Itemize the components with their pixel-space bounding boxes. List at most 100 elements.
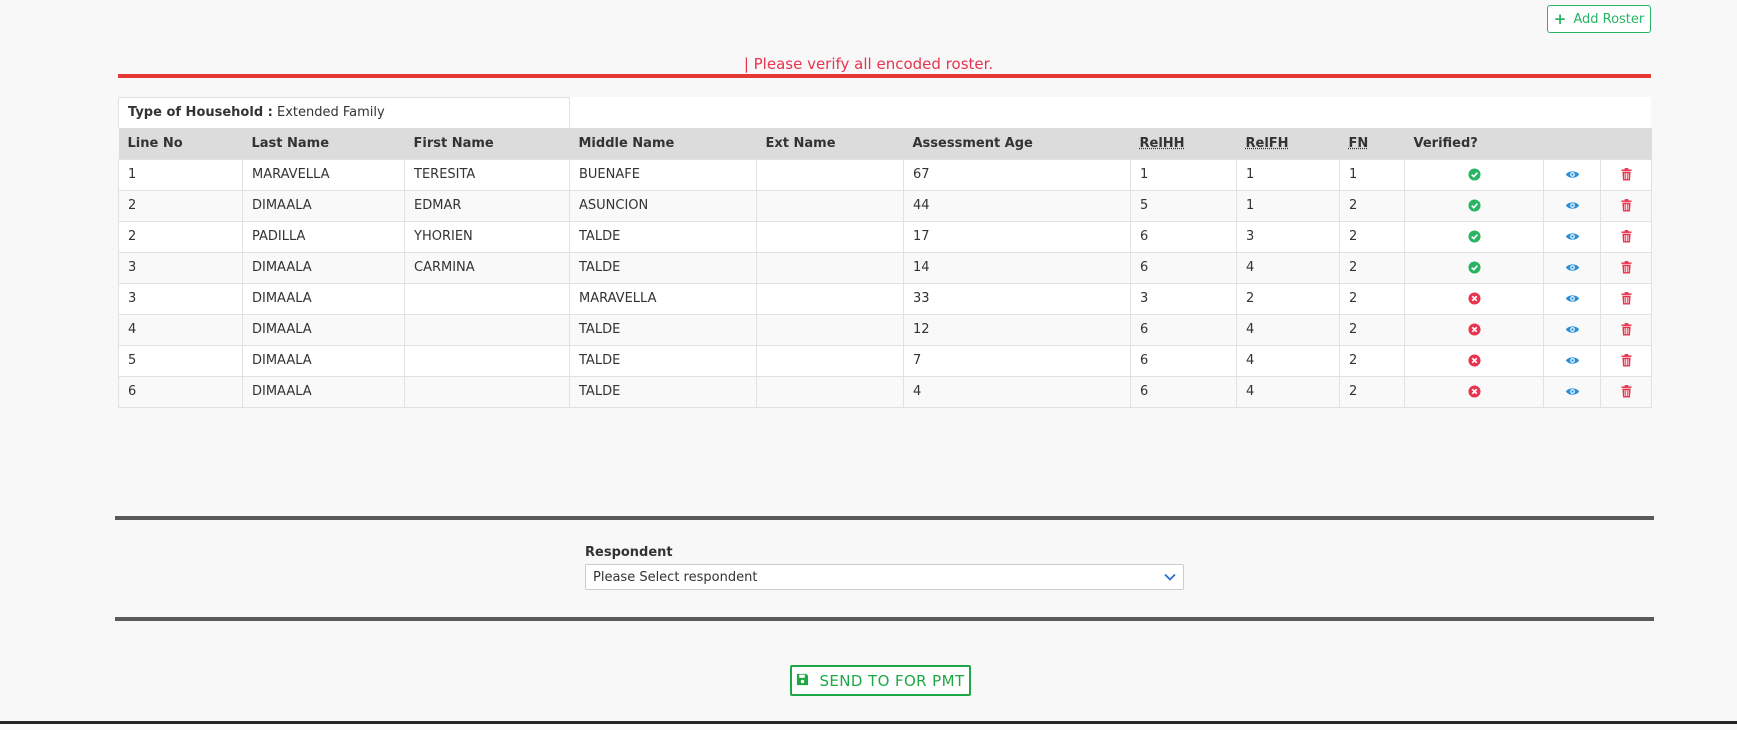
- cell-first-name: [404, 375, 570, 408]
- cell-last-name: DIMAALA: [242, 251, 405, 284]
- section-divider-top: [115, 516, 1654, 520]
- cell-middle-name: TALDE: [569, 313, 757, 346]
- cell-middle-name: TALDE: [569, 375, 757, 408]
- trash-icon[interactable]: [1620, 230, 1632, 243]
- table-row: 2 PADILLA YHORIEN TALDE 17 6 3 2: [118, 220, 1652, 253]
- cell-verified: [1404, 313, 1544, 346]
- cell-delete: [1600, 282, 1652, 315]
- table-row: 1 MARAVELLA TERESITA BUENAFE 67 1 1 1: [118, 158, 1652, 191]
- eye-icon[interactable]: [1565, 293, 1580, 304]
- col-ext-name: Ext Name: [756, 128, 904, 159]
- plus-icon: +: [1553, 9, 1567, 28]
- cell-verified: [1404, 220, 1544, 253]
- col-relfh-label: RelFH: [1245, 135, 1289, 151]
- cell-last-name: MARAVELLA: [242, 158, 405, 191]
- cell-assessment-age: 14: [903, 251, 1131, 284]
- section-divider-bottom: [115, 617, 1654, 621]
- cell-middle-name: ASUNCION: [569, 189, 757, 222]
- cell-delete: [1600, 344, 1652, 377]
- eye-icon[interactable]: [1565, 386, 1580, 397]
- cell-verified: [1404, 282, 1544, 315]
- cell-assessment-age: 12: [903, 313, 1131, 346]
- cell-verified: [1404, 158, 1544, 191]
- trash-icon[interactable]: [1620, 354, 1632, 367]
- cell-relhh: 5: [1130, 189, 1237, 222]
- cell-assessment-age: 44: [903, 189, 1131, 222]
- cell-last-name: DIMAALA: [242, 375, 405, 408]
- cell-verified: [1404, 251, 1544, 284]
- cell-line-no: 2: [118, 189, 243, 222]
- cell-delete: [1600, 375, 1652, 408]
- cell-first-name: YHORIEN: [404, 220, 570, 253]
- col-verified: Verified?: [1404, 128, 1544, 159]
- cell-verified: [1404, 375, 1544, 408]
- col-relfh: RelFH: [1236, 128, 1340, 159]
- cell-relfh: 3: [1236, 220, 1340, 253]
- cell-delete: [1600, 189, 1652, 222]
- bottom-border: [0, 721, 1737, 724]
- add-roster-button[interactable]: + Add Roster: [1547, 5, 1651, 33]
- cell-line-no: 1: [118, 158, 243, 191]
- cell-relhh: 3: [1130, 282, 1237, 315]
- col-last-name: Last Name: [242, 128, 405, 159]
- trash-icon[interactable]: [1620, 292, 1632, 305]
- x-circle-icon: [1467, 354, 1481, 367]
- cell-first-name: [404, 313, 570, 346]
- cell-assessment-age: 33: [903, 282, 1131, 315]
- eye-icon[interactable]: [1565, 169, 1580, 180]
- cell-first-name: EDMAR: [404, 189, 570, 222]
- cell-middle-name: MARAVELLA: [569, 282, 757, 315]
- chevron-down-icon: [1164, 570, 1176, 585]
- trash-icon[interactable]: [1620, 199, 1632, 212]
- respondent-select[interactable]: Please Select respondent: [585, 564, 1184, 590]
- cell-relfh: 4: [1236, 313, 1340, 346]
- eye-icon[interactable]: [1565, 262, 1580, 273]
- cell-delete: [1600, 158, 1652, 191]
- eye-icon[interactable]: [1565, 200, 1580, 211]
- eye-icon[interactable]: [1565, 231, 1580, 242]
- cell-ext-name: [756, 375, 904, 408]
- cell-first-name: [404, 344, 570, 377]
- cell-ext-name: [756, 189, 904, 222]
- cell-middle-name: TALDE: [569, 220, 757, 253]
- cell-last-name: PADILLA: [242, 220, 405, 253]
- cell-middle-name: TALDE: [569, 344, 757, 377]
- col-relhh: RelHH: [1130, 128, 1237, 159]
- respondent-select-value: Please Select respondent: [593, 569, 758, 585]
- cell-fn: 2: [1339, 375, 1405, 408]
- cell-first-name: TERESITA: [404, 158, 570, 191]
- trash-icon[interactable]: [1620, 385, 1632, 398]
- cell-first-name: [404, 282, 570, 315]
- check-circle-icon: [1467, 168, 1481, 181]
- col-view: [1543, 128, 1601, 159]
- cell-first-name: CARMINA: [404, 251, 570, 284]
- cell-fn: 2: [1339, 344, 1405, 377]
- save-icon: [796, 672, 809, 690]
- check-circle-icon: [1467, 199, 1481, 212]
- verify-warning: | Please verify all encoded roster.: [743, 55, 994, 73]
- col-fn: FN: [1339, 128, 1405, 159]
- respondent-label: Respondent: [585, 545, 673, 560]
- send-for-pmt-button[interactable]: SEND TO FOR PMT: [790, 665, 971, 696]
- cell-view: [1543, 313, 1601, 346]
- table-header-row: Line No Last Name First Name Middle Name…: [118, 128, 1652, 159]
- eye-icon[interactable]: [1565, 324, 1580, 335]
- cell-last-name: DIMAALA: [242, 344, 405, 377]
- cell-view: [1543, 251, 1601, 284]
- cell-last-name: DIMAALA: [242, 282, 405, 315]
- household-type-spacer: [570, 97, 1651, 128]
- trash-icon[interactable]: [1620, 168, 1632, 181]
- trash-icon[interactable]: [1620, 323, 1632, 336]
- cell-view: [1543, 220, 1601, 253]
- cell-assessment-age: 7: [903, 344, 1131, 377]
- cell-relfh: 1: [1236, 158, 1340, 191]
- cell-relfh: 4: [1236, 344, 1340, 377]
- check-circle-icon: [1467, 230, 1481, 243]
- cell-relfh: 2: [1236, 282, 1340, 315]
- cell-line-no: 3: [118, 251, 243, 284]
- eye-icon[interactable]: [1565, 355, 1580, 366]
- trash-icon[interactable]: [1620, 261, 1632, 274]
- cell-ext-name: [756, 313, 904, 346]
- cell-delete: [1600, 251, 1652, 284]
- cell-fn: 1: [1339, 158, 1405, 191]
